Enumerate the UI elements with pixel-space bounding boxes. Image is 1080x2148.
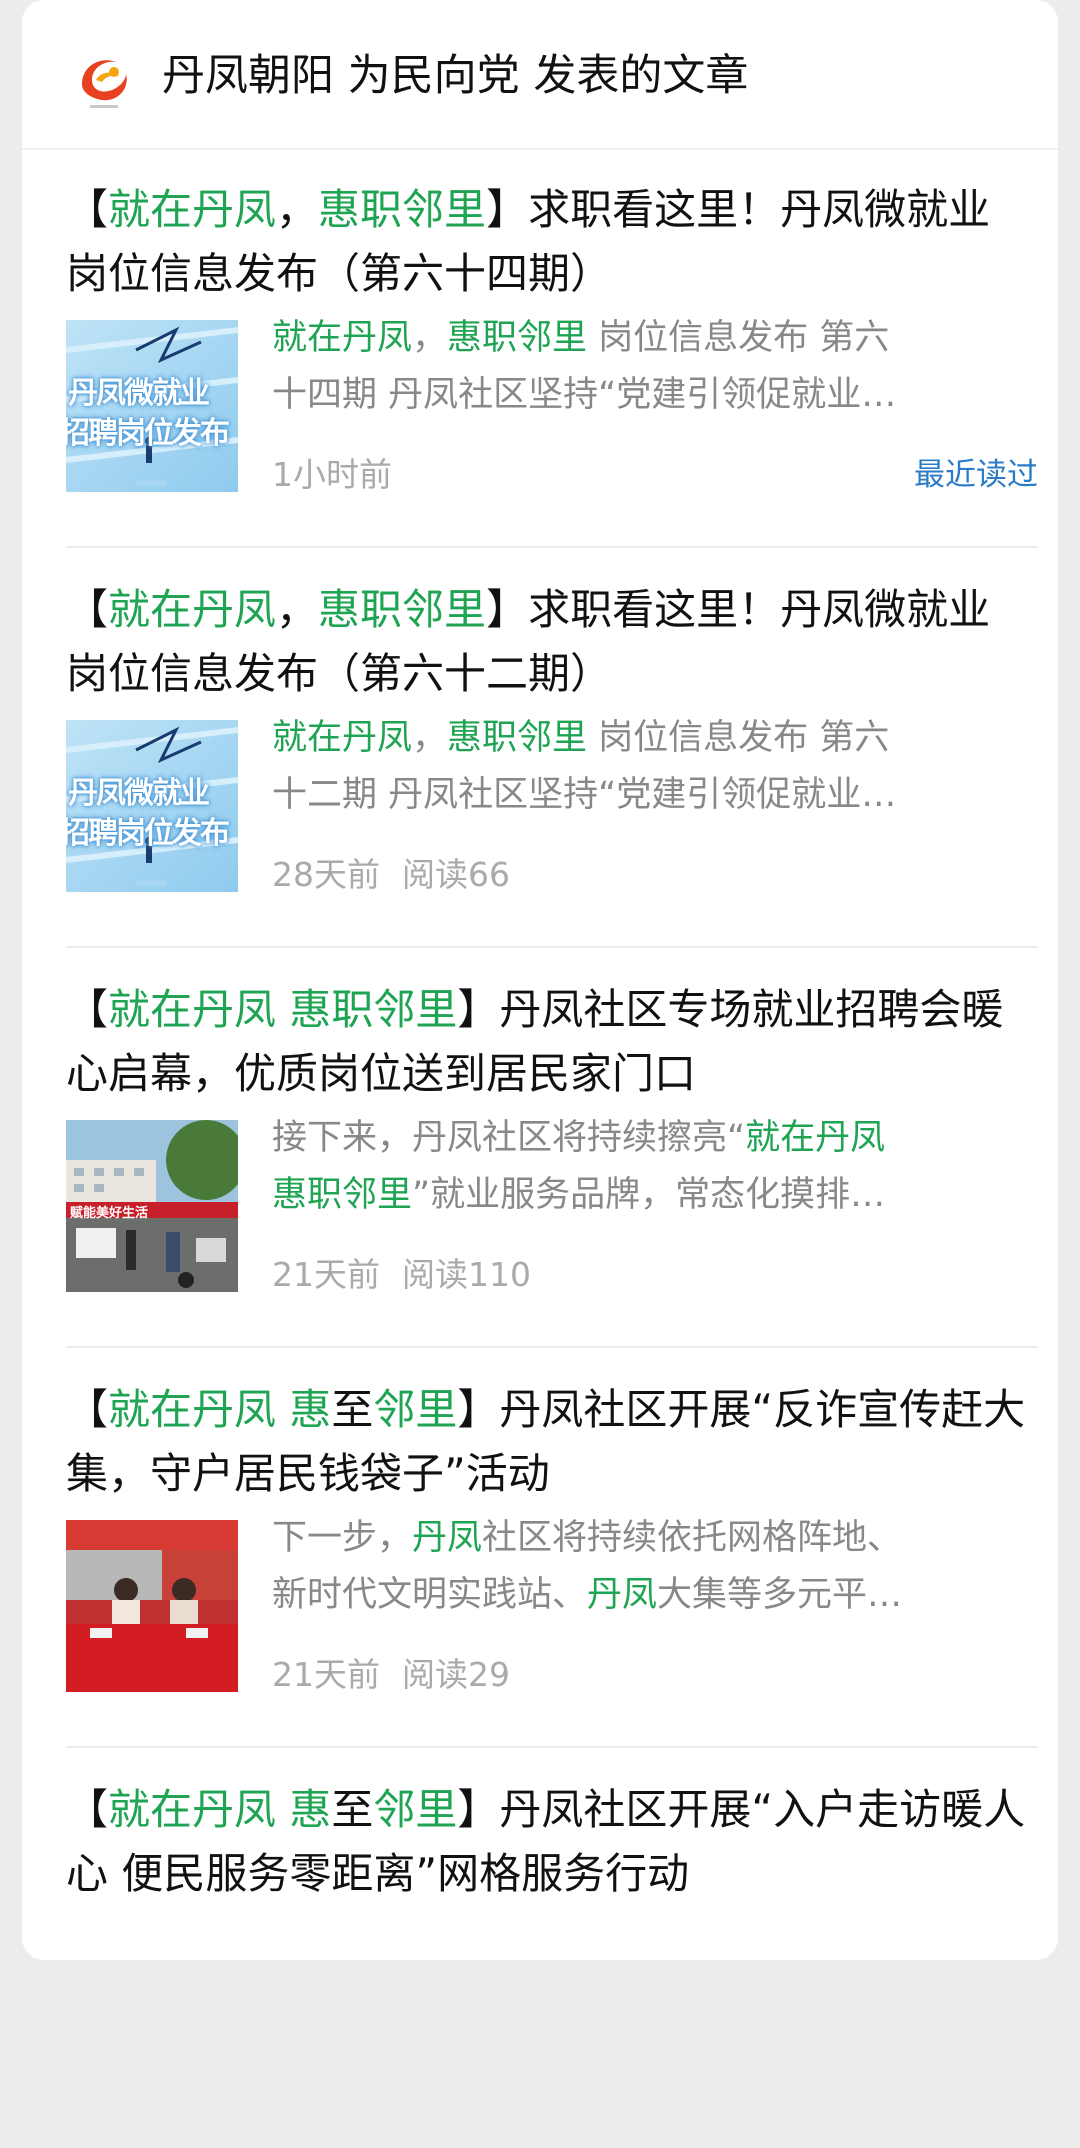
summary-line: 就在丹凤，惠职邻里 岗位信息发布 第六 — [272, 310, 1012, 367]
thumbnail-caption: 招聘岗位发布 — [66, 416, 230, 451]
article-item[interactable]: 【就在丹凤 惠职邻里】丹凤社区专场就业招聘会暖心启幕，优质岗位送到居民家门口 赋… — [66, 948, 1038, 1348]
article-title-highlight: 就在丹凤 惠 — [108, 1385, 332, 1434]
summary-highlight: 惠职邻里 — [447, 318, 588, 358]
article-title-highlight: 就在丹凤 惠职邻里 — [108, 985, 458, 1034]
summary-line: 就在丹凤，惠职邻里 岗位信息发布 第六 — [272, 710, 1012, 767]
summary-highlight: 惠职邻里 — [272, 1175, 413, 1215]
article-title-text: 【 — [66, 1785, 109, 1834]
article-title-highlight: 就在丹凤 惠 — [108, 1785, 332, 1834]
header-title: 丹凤朝阳 为民向党 发表的文章 — [162, 51, 749, 101]
publish-time: 28天前 — [272, 855, 380, 894]
article-title[interactable]: 【就在丹凤 惠至邻里】丹凤社区开展“反诈宣传赶大集，守户居民钱袋子”活动 — [66, 1378, 1026, 1506]
summary-text: 十四期 丹凤社区坚持“党建引领促就业… — [272, 375, 897, 415]
summary-text: 新时代文明实践站、 — [272, 1575, 588, 1615]
article-item[interactable]: 【就在丹凤 惠至邻里】丹凤社区开展“反诈宣传赶大集，守户居民钱袋子”活动 下一步… — [66, 1348, 1038, 1748]
article-thumbnail[interactable]: 丹凤微就业招聘岗位发布 — [66, 320, 238, 492]
read-count: 阅读29 — [402, 1655, 510, 1694]
publish-time: 21天前 — [272, 1255, 380, 1294]
summary-text: 社区将持续依托网格阵地、 — [482, 1518, 903, 1558]
summary-highlight: 就在丹凤 — [272, 718, 413, 758]
summary-highlight: 就在丹凤 — [745, 1118, 886, 1158]
article-summary: 下一步，丹凤社区将持续依托网格阵地、 新时代文明实践站、丹凤大集等多元平… — [272, 1510, 1012, 1624]
publish-time: 1小时前 — [272, 455, 392, 494]
account-logo-icon[interactable] — [74, 50, 134, 112]
thumbnail-caption: 赋能美好生活 — [70, 1206, 149, 1221]
article-title-highlight: 惠职邻里 — [318, 585, 487, 634]
article-title[interactable]: 【就在丹凤，惠职邻里】求职看这里！丹凤微就业岗位信息发布（第六十二期） — [66, 578, 1026, 706]
summary-line: 接下来，丹凤社区将持续擦亮“就在丹凤 — [272, 1110, 1012, 1167]
article-item[interactable]: 【就在丹凤 惠至邻里】丹凤社区开展“入户走访暖人心 便民服务零距离”网格服务行动 — [66, 1748, 1038, 2148]
summary-text: ， — [412, 318, 448, 358]
summary-highlight: 丹凤 — [412, 1518, 483, 1558]
article-meta: 1小时前 — [272, 450, 392, 500]
summary-text: 岗位信息发布 第六 — [587, 718, 890, 758]
account-header: 丹凤朝阳 为民向党 发表的文章 — [22, 0, 1058, 150]
article-title-text: 【 — [66, 185, 109, 234]
article-title-text: 【 — [66, 1385, 109, 1434]
summary-text: ”就业服务品牌，常态化摸排… — [412, 1175, 886, 1215]
summary-line: 十四期 丹凤社区坚持“党建引领促就业… — [272, 367, 1012, 424]
recently-read-badge: 最近读过 — [914, 457, 1038, 493]
summary-text: 大集等多元平… — [657, 1575, 903, 1615]
article-list-card: 丹凤朝阳 为民向党 发表的文章 【就在丹凤，惠职邻里】求职看这里！丹凤微就业岗位… — [22, 0, 1058, 1960]
article-item[interactable]: 【就在丹凤，惠职邻里】求职看这里！丹凤微就业岗位信息发布（第六十二期） 丹凤微就… — [66, 548, 1038, 948]
publish-time: 21天前 — [272, 1655, 380, 1694]
article-item[interactable]: 【就在丹凤，惠职邻里】求职看这里！丹凤微就业岗位信息发布（第六十四期） 丹凤微就… — [66, 148, 1038, 548]
summary-text: 接下来，丹凤社区将持续擦亮“ — [272, 1118, 746, 1158]
article-meta: 21天前 阅读29 — [272, 1650, 510, 1700]
article-title-text: 【 — [66, 585, 109, 634]
article-title-highlight: 惠职邻里 — [318, 185, 487, 234]
article-meta: 28天前 阅读66 — [272, 850, 510, 900]
summary-line: 新时代文明实践站、丹凤大集等多元平… — [272, 1567, 1012, 1624]
article-summary: 就在丹凤，惠职邻里 岗位信息发布 第六十二期 丹凤社区坚持“党建引领促就业… — [272, 710, 1012, 824]
article-title[interactable]: 【就在丹凤，惠职邻里】求职看这里！丹凤微就业岗位信息发布（第六十四期） — [66, 178, 1026, 306]
summary-highlight: 丹凤 — [587, 1575, 658, 1615]
summary-line: 惠职邻里”就业服务品牌，常态化摸排… — [272, 1167, 1012, 1224]
thumbnail-caption: 丹凤微就业 — [68, 776, 210, 811]
summary-text: 岗位信息发布 第六 — [587, 318, 890, 358]
article-title-highlight: 就在丹凤 — [108, 585, 277, 634]
article-thumbnail[interactable]: 丹凤微就业招聘岗位发布 — [66, 720, 238, 892]
summary-line: 十二期 丹凤社区坚持“党建引领促就业… — [272, 767, 1012, 824]
article-title-text: ， — [276, 585, 319, 634]
article-title-highlight: 就在丹凤 — [108, 185, 277, 234]
read-count: 阅读66 — [402, 855, 510, 894]
article-summary: 就在丹凤，惠职邻里 岗位信息发布 第六十四期 丹凤社区坚持“党建引领促就业… — [272, 310, 1012, 424]
read-count: 阅读110 — [402, 1255, 531, 1294]
summary-text: 十二期 丹凤社区坚持“党建引领促就业… — [272, 775, 897, 815]
article-title-text: 至 — [331, 1785, 374, 1834]
article-meta: 21天前 阅读110 — [272, 1250, 531, 1300]
article-summary: 接下来，丹凤社区将持续擦亮“就在丹凤 惠职邻里”就业服务品牌，常态化摸排… — [272, 1110, 1012, 1224]
article-title-text: 至 — [331, 1385, 374, 1434]
summary-text: ， — [412, 718, 448, 758]
article-title-text: 【 — [66, 985, 109, 1034]
summary-highlight: 惠职邻里 — [447, 718, 588, 758]
summary-highlight: 就在丹凤 — [272, 318, 413, 358]
thumbnail-caption: 丹凤微就业 — [68, 376, 210, 411]
thumbnail-caption: 招聘岗位发布 — [66, 816, 230, 851]
article-thumbnail[interactable]: 赋能美好生活 — [66, 1120, 238, 1292]
article-title[interactable]: 【就在丹凤 惠职邻里】丹凤社区专场就业招聘会暖心启幕，优质岗位送到居民家门口 — [66, 978, 1026, 1106]
summary-text: 下一步， — [272, 1518, 413, 1558]
summary-line: 下一步，丹凤社区将持续依托网格阵地、 — [272, 1510, 1012, 1567]
article-title-text: ， — [276, 185, 319, 234]
article-title[interactable]: 【就在丹凤 惠至邻里】丹凤社区开展“入户走访暖人心 便民服务零距离”网格服务行动 — [66, 1778, 1026, 1906]
article-thumbnail[interactable] — [66, 1520, 238, 1692]
article-title-highlight: 邻里 — [373, 1785, 458, 1834]
article-title-highlight: 邻里 — [373, 1385, 458, 1434]
